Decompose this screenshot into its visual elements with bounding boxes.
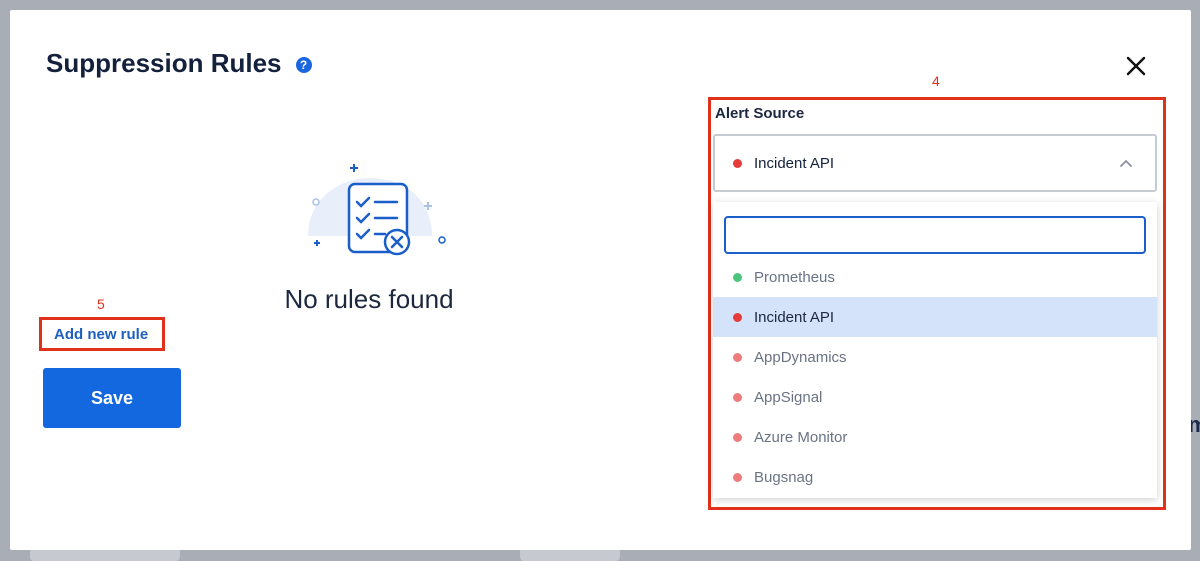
option-azure-monitor[interactable]: Azure Monitor: [713, 417, 1157, 457]
close-button[interactable]: [1124, 54, 1148, 78]
selected-value: Incident API: [754, 154, 835, 172]
chevron-up-icon[interactable]: [1119, 156, 1133, 170]
help-icon[interactable]: ?: [295, 56, 312, 73]
status-dot: [733, 352, 742, 362]
option-label: AppDynamics: [754, 348, 847, 366]
empty-state-text: No rules found: [284, 284, 454, 314]
option-label: AppSignal: [754, 388, 823, 406]
close-icon[interactable]: [1124, 54, 1148, 78]
option-list: Prometheus Incident API AppDynamics AppS…: [713, 257, 1157, 497]
suppression-rules-modal: Suppression Rules ? No rules found 5 Add…: [10, 10, 1191, 550]
option-appsignal[interactable]: AppSignal: [713, 377, 1157, 417]
status-dot: [733, 158, 742, 168]
add-new-rule-link[interactable]: Add new rule: [54, 326, 148, 343]
option-label: Azure Monitor: [754, 428, 848, 446]
alert-source-select[interactable]: Incident API: [713, 134, 1157, 192]
option-label: Incident API: [754, 308, 835, 326]
checklist-icon: [308, 164, 446, 256]
status-dot: [733, 472, 742, 482]
modal-header: Suppression Rules ?: [46, 48, 312, 79]
status-dot: [733, 312, 742, 322]
option-appdynamics[interactable]: AppDynamics: [713, 337, 1157, 377]
option-label: Bugsnag: [754, 468, 814, 486]
dropdown-search-input[interactable]: [724, 216, 1146, 254]
option-prometheus[interactable]: Prometheus: [713, 257, 1157, 297]
alert-source-label: Alert Source: [715, 105, 805, 122]
save-button[interactable]: Save: [43, 368, 181, 428]
page-title: Suppression Rules: [46, 48, 282, 78]
status-dot: [733, 272, 742, 282]
status-dot: [733, 432, 742, 442]
option-bugsnag[interactable]: Bugsnag: [713, 457, 1157, 497]
option-incident-api[interactable]: Incident API: [713, 297, 1157, 337]
annotation-marker: 4: [932, 73, 940, 89]
alert-source-dropdown: Prometheus Incident API AppDynamics AppS…: [713, 202, 1157, 498]
status-dot: [733, 392, 742, 402]
option-label: Prometheus: [754, 268, 835, 286]
annotation-marker: 5: [97, 296, 105, 312]
